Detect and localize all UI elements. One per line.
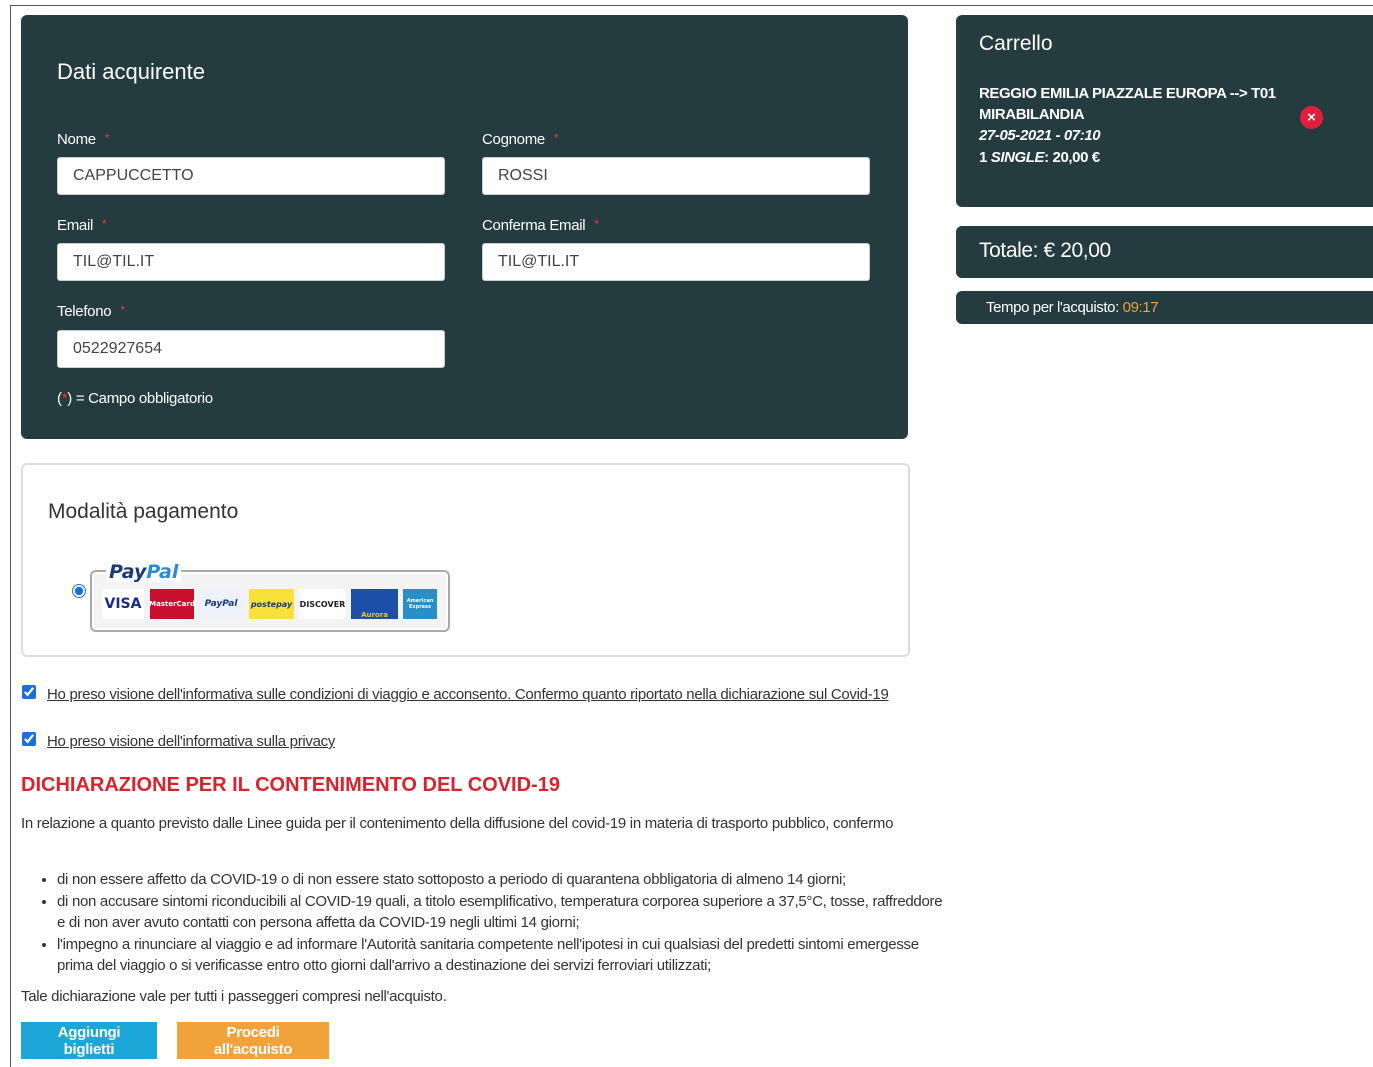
proceed-purchase-button[interactable]: Procedi all'acquisto bbox=[177, 1022, 329, 1059]
frame-left-border bbox=[10, 5, 11, 1067]
payment-title: Modalità pagamento bbox=[48, 500, 239, 523]
nome-label: Nome * bbox=[57, 131, 110, 148]
email-label: Email * bbox=[57, 217, 107, 234]
covid-footer: Tale dichiarazione vale per tutti i pass… bbox=[21, 988, 447, 1005]
remove-item-icon[interactable]: × bbox=[1300, 106, 1323, 129]
required-mark: * bbox=[102, 217, 107, 231]
cart-route: REGGIO EMILIA PIAZZALE EUROPA --> T01 MI… bbox=[979, 85, 1276, 123]
visa-card-icon: VISA bbox=[102, 589, 144, 619]
cart-datetime: 27-05-2021 - 07:10 bbox=[979, 127, 1101, 144]
covid-list: di non essere affetto da COVID-19 o di n… bbox=[21, 869, 947, 977]
required-note: (*) = Campo obbligatorio bbox=[57, 390, 213, 407]
terms-checkbox[interactable] bbox=[22, 685, 36, 699]
list-item: l'impegno a rinunciare al viaggio e ad i… bbox=[57, 934, 947, 977]
confirm-email-label: Conferma Email * bbox=[482, 217, 599, 234]
telefono-input[interactable] bbox=[57, 330, 445, 368]
covid-title: DICHIARAZIONE PER IL CONTENIMENTO DEL CO… bbox=[21, 774, 560, 796]
aurora-card-icon: Aurora bbox=[351, 589, 398, 619]
timer-value: 09:17 bbox=[1122, 299, 1159, 316]
mastercard-card-icon: MasterCard bbox=[149, 589, 195, 619]
add-tickets-button[interactable]: Aggiungi biglietti bbox=[21, 1022, 157, 1059]
cart-panel: Carrello REGGIO EMILIA PIAZZALE EUROPA -… bbox=[956, 15, 1373, 207]
email-input[interactable] bbox=[57, 243, 445, 281]
total-panel: Totale: € 20,00 bbox=[956, 226, 1373, 278]
list-item: di non accusare sintomi riconducibili al… bbox=[57, 891, 947, 934]
buyer-panel: Dati acquirente Nome* Cognome* Email* Co… bbox=[21, 15, 908, 439]
list-item: di non essere affetto da COVID-19 o di n… bbox=[57, 869, 947, 891]
covid-intro: In relazione a quanto previsto dalle Lin… bbox=[21, 815, 894, 832]
privacy-consent[interactable]: Ho preso visione dell'informativa sulla … bbox=[21, 731, 335, 753]
total-amount: Totale: € 20,00 bbox=[979, 239, 1111, 262]
required-mark: * bbox=[120, 303, 125, 317]
cognome-input[interactable] bbox=[482, 157, 870, 195]
paypal-radio[interactable] bbox=[72, 584, 86, 598]
paypal-logo[interactable]: PayPal VISA MasterCard PayPal postepay D… bbox=[90, 562, 450, 632]
required-mark: * bbox=[594, 217, 599, 231]
required-mark: * bbox=[553, 131, 559, 145]
privacy-checkbox[interactable] bbox=[22, 732, 36, 746]
postepay-card-icon: postepay bbox=[249, 589, 294, 619]
payment-panel: Modalità pagamento PayPal VISA MasterCar… bbox=[21, 463, 910, 657]
terms-link[interactable]: Ho preso visione dell'informativa sulle … bbox=[21, 684, 901, 706]
cart-fare: 1 SINGLE: 20,00 € bbox=[979, 149, 1100, 166]
timer-panel: Tempo per l'acquisto: 09:17 bbox=[956, 291, 1373, 324]
confirm-email-input[interactable] bbox=[482, 243, 870, 281]
purchase-timer: Tempo per l'acquisto: 09:17 bbox=[986, 299, 1159, 316]
privacy-link[interactable]: Ho preso visione dell'informativa sulla … bbox=[21, 731, 335, 753]
required-mark: * bbox=[104, 131, 110, 145]
paypal-card-icon: PayPal bbox=[198, 589, 244, 619]
terms-consent[interactable]: Ho preso visione dell'informativa sulle … bbox=[21, 684, 901, 706]
cart-title: Carrello bbox=[979, 32, 1053, 55]
nome-input[interactable] bbox=[57, 157, 445, 195]
paypal-wordmark: PayPal bbox=[106, 562, 182, 582]
cognome-label: Cognome * bbox=[482, 131, 559, 148]
buyer-title: Dati acquirente bbox=[57, 59, 205, 84]
discover-card-icon: DISCOVER bbox=[299, 589, 346, 619]
telefono-label: Telefono * bbox=[57, 303, 125, 320]
amex-card-icon: American Express bbox=[403, 589, 437, 619]
frame-top-border bbox=[10, 5, 1373, 6]
